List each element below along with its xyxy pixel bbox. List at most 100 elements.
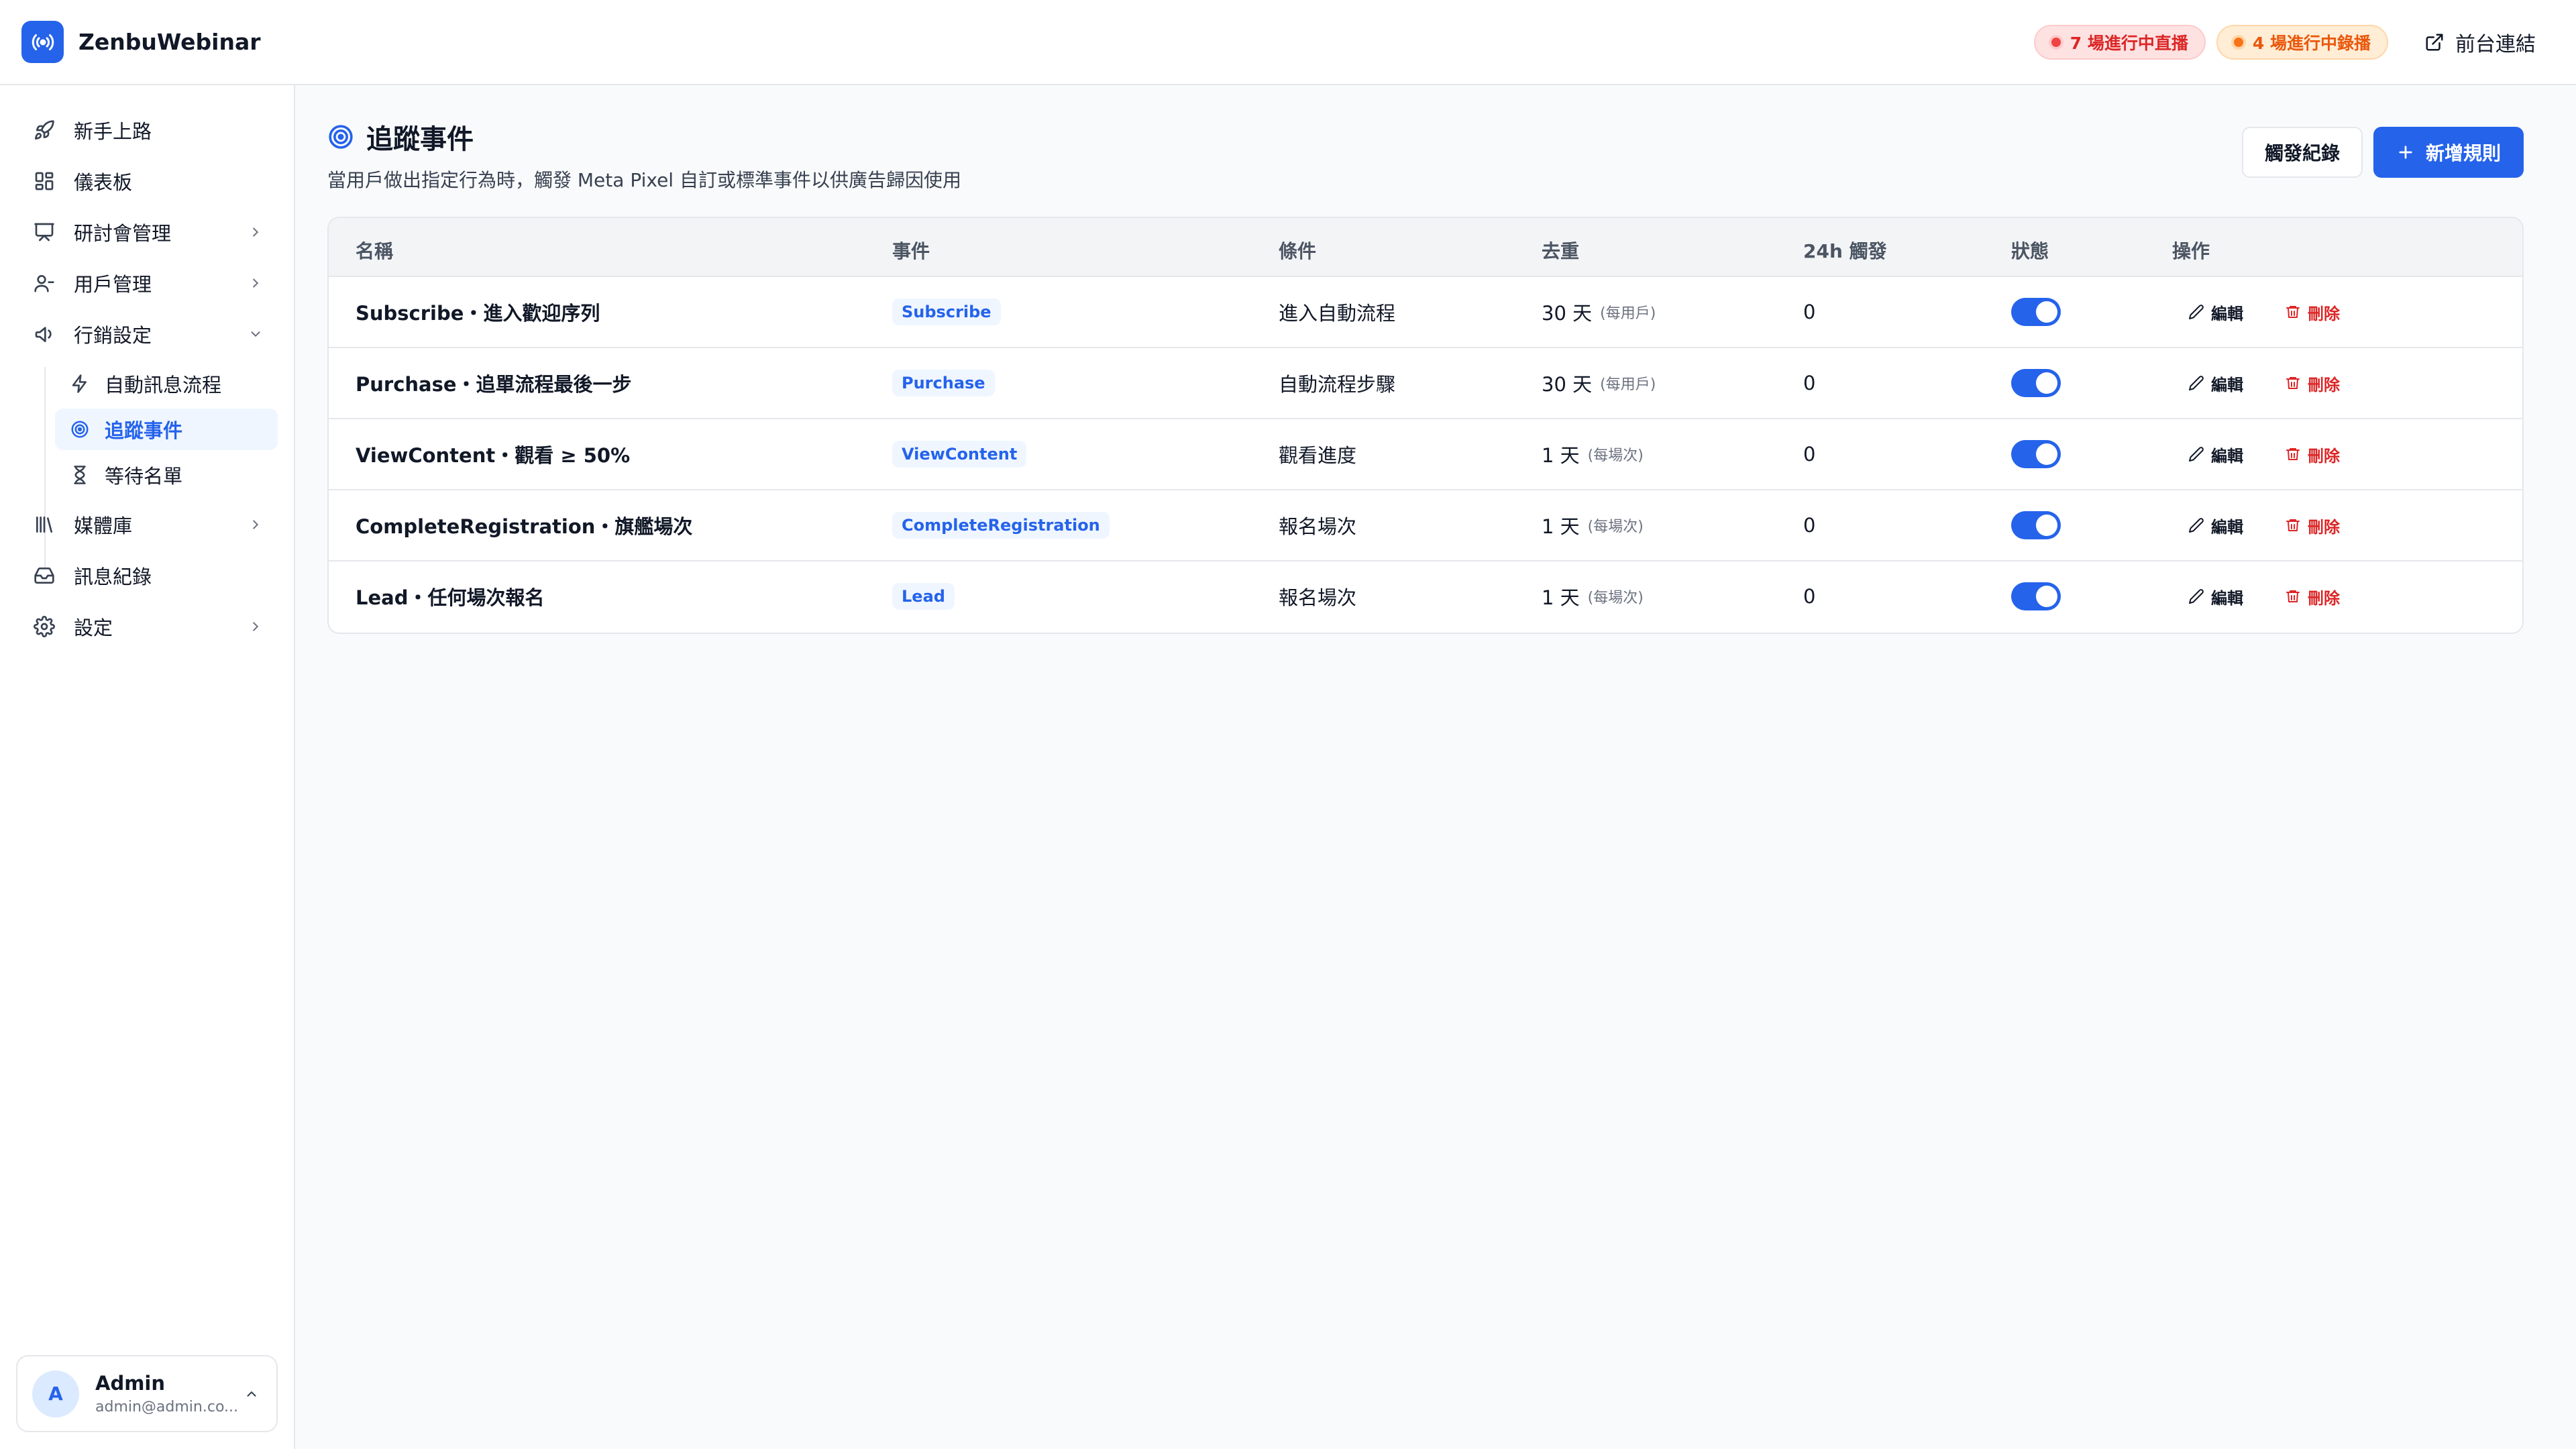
delete-button[interactable]: 刪除: [2285, 585, 2340, 608]
sidebar-subitem-automation[interactable]: 自動訊息流程: [55, 363, 278, 405]
plus-icon: [2396, 143, 2426, 162]
sidebar: 新手上路 儀表板 研討會管理 用戶管理 行銷設定 自動訊息流程 追蹤事件 等待名…: [0, 85, 295, 1449]
sidebar-item-users[interactable]: 用戶管理: [21, 262, 276, 304]
user-email: admin@admin.co...: [95, 1399, 239, 1415]
recording-status-badge[interactable]: 4 場進行中錄播: [2216, 24, 2388, 60]
column-header-event[interactable]: 事件: [892, 237, 930, 264]
edit-label: 編輯: [2211, 304, 2243, 323]
edit-button[interactable]: 編輯: [2188, 372, 2243, 395]
front-link[interactable]: 前台連結: [2424, 28, 2536, 57]
sidebar-item-label: 行銷設定: [74, 324, 152, 347]
delete-label: 刪除: [2308, 304, 2340, 323]
sidebar-item-messages[interactable]: 訊息紀錄: [21, 555, 276, 596]
status-toggle[interactable]: [2011, 369, 2061, 397]
sidebar-item-settings[interactable]: 設定: [21, 606, 276, 647]
table-header: 名稱 事件 條件 去重 24h 觸發 狀態 操作: [329, 218, 2522, 277]
user-menu[interactable]: A Admin admin@admin.co...: [16, 1355, 278, 1432]
dedup-unit: (每場次): [1587, 447, 1644, 464]
column-header-24h-triggers[interactable]: 24h 觸發: [1803, 237, 1887, 264]
avatar: A: [32, 1370, 79, 1417]
rule-condition: 進入自動流程: [1279, 302, 1396, 325]
rule-condition: 自動流程步驟: [1279, 373, 1396, 396]
brand-name: ZenbuWebinar: [78, 29, 261, 55]
trigger-count: 0: [1803, 514, 1816, 537]
column-header-name[interactable]: 名稱: [356, 237, 393, 264]
edit-button[interactable]: 編輯: [2188, 443, 2243, 466]
rule-name: CompleteRegistration・旗艦場次: [356, 515, 693, 538]
toggle-knob: [2036, 586, 2057, 607]
column-header-status[interactable]: 狀態: [2011, 237, 2049, 264]
rocket-icon: [32, 118, 56, 142]
chevron-right-icon: [248, 276, 263, 290]
live-status-badge[interactable]: 7 場進行中直播: [2033, 24, 2206, 60]
trigger-history-button[interactable]: 觸發紀錄: [2242, 127, 2363, 178]
page-title: 追蹤事件: [327, 117, 961, 156]
broadcast-icon: [21, 21, 64, 63]
hourglass-icon: [68, 464, 91, 486]
sidebar-item-onboarding[interactable]: 新手上路: [21, 109, 276, 151]
sidebar-subitem-label: 等待名單: [105, 465, 183, 488]
column-header-dedup[interactable]: 去重: [1542, 237, 1579, 264]
dashboard-icon: [32, 169, 56, 193]
edit-button[interactable]: 編輯: [2188, 585, 2243, 608]
inbox-icon: [32, 564, 56, 588]
table-row: ViewContent・觀看 ≥ 50% ViewContent 觀看進度 1 …: [329, 419, 2522, 490]
sidebar-item-marketing[interactable]: 行銷設定: [21, 313, 276, 355]
chevron-down-icon: [248, 327, 263, 341]
target-icon: [327, 123, 366, 150]
status-toggle[interactable]: [2011, 440, 2061, 468]
edit-button[interactable]: 編輯: [2188, 514, 2243, 537]
pencil-icon: [2188, 588, 2211, 604]
sidebar-subitem-label: 自動訊息流程: [105, 374, 222, 396]
sidebar-item-dashboard[interactable]: 儀表板: [21, 160, 276, 202]
rule-dedup: 1 天 (每場次): [1542, 490, 1644, 560]
trash-icon: [2285, 517, 2308, 533]
status-toggle[interactable]: [2011, 582, 2061, 610]
delete-button[interactable]: 刪除: [2285, 443, 2340, 466]
event-tag: ViewContent: [892, 441, 1027, 468]
delete-button[interactable]: 刪除: [2285, 372, 2340, 395]
edit-label: 編輯: [2211, 375, 2243, 394]
dedup-value: 30 天: [1542, 373, 1593, 396]
sidebar-item-media[interactable]: 媒體庫: [21, 504, 276, 545]
rule-dedup: 30 天 (每用戶): [1542, 348, 1656, 418]
add-rule-label: 新增規則: [2425, 142, 2501, 164]
column-header-actions: 操作: [2172, 240, 2210, 262]
trash-icon: [2285, 588, 2308, 604]
table-row: CompleteRegistration・旗艦場次 CompleteRegist…: [329, 490, 2522, 561]
lightning-icon: [68, 372, 91, 395]
delete-button[interactable]: 刪除: [2285, 301, 2340, 324]
edit-label: 編輯: [2211, 588, 2243, 608]
user-name: Admin: [95, 1372, 166, 1395]
add-rule-button[interactable]: 新增規則: [2373, 127, 2524, 178]
dedup-unit: (每用戶): [1600, 376, 1656, 393]
brand[interactable]: ZenbuWebinar: [21, 21, 261, 63]
toggle-knob: [2036, 515, 2057, 536]
sidebar-subitem-label: 追蹤事件: [105, 419, 183, 442]
sidebar-item-label: 用戶管理: [74, 273, 152, 296]
top-header: ZenbuWebinar 7 場進行中直播 4 場進行中錄播 前台連結: [0, 0, 2576, 85]
event-tag: Purchase: [892, 370, 995, 396]
status-toggle[interactable]: [2011, 511, 2061, 539]
status-toggle[interactable]: [2011, 298, 2061, 326]
event-tag: Subscribe: [892, 299, 1001, 325]
rule-condition: 觀看進度: [1279, 444, 1357, 467]
edit-button[interactable]: 編輯: [2188, 301, 2243, 324]
sidebar-item-webinars[interactable]: 研討會管理: [21, 211, 276, 253]
gear-icon: [32, 614, 56, 639]
edit-label: 編輯: [2211, 517, 2243, 537]
rule-name: Purchase・追單流程最後一步: [356, 373, 632, 396]
megaphone-icon: [32, 322, 56, 346]
sidebar-item-label: 設定: [74, 616, 113, 639]
chevron-up-icon: [244, 1387, 259, 1401]
sidebar-subitem-tracking[interactable]: 追蹤事件: [55, 409, 278, 450]
edit-label: 編輯: [2211, 446, 2243, 466]
trigger-count: 0: [1803, 301, 1816, 323]
sidebar-item-label: 新手上路: [74, 120, 152, 143]
dedup-value: 30 天: [1542, 302, 1593, 325]
sidebar-subitem-waitlist[interactable]: 等待名單: [55, 454, 278, 496]
dedup-value: 1 天: [1542, 586, 1580, 609]
trash-icon: [2285, 446, 2308, 462]
column-header-condition[interactable]: 條件: [1279, 237, 1316, 264]
delete-button[interactable]: 刪除: [2285, 514, 2340, 537]
